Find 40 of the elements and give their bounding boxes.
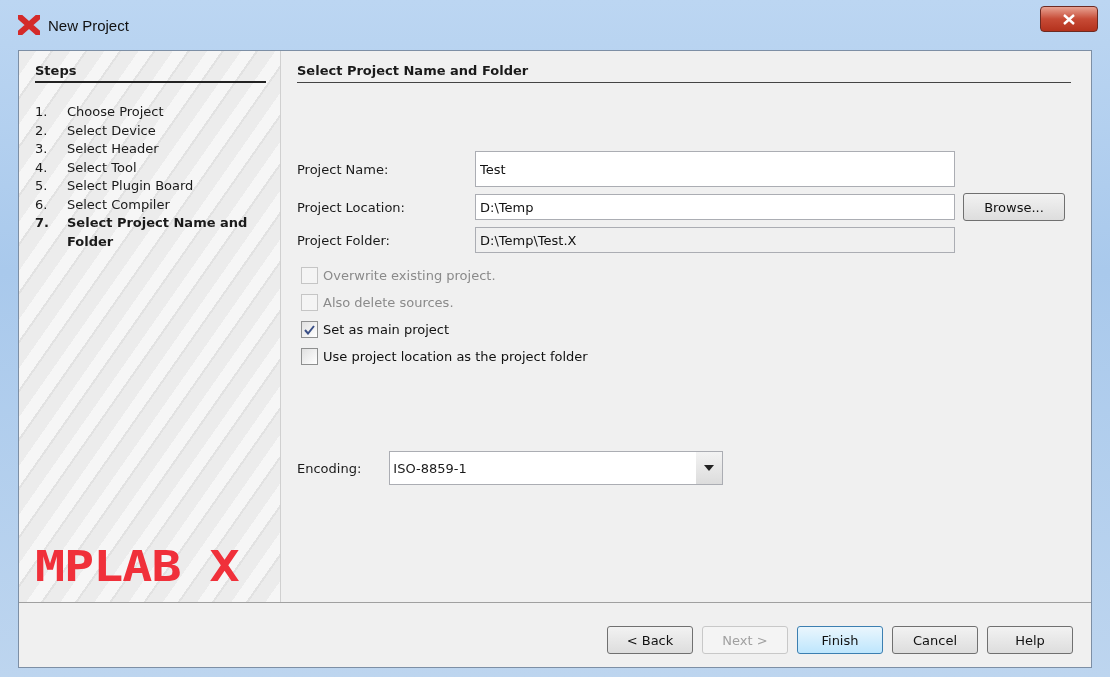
window-title: New Project bbox=[48, 16, 129, 34]
step-number: 3. bbox=[35, 140, 49, 158]
dropdown-arrow-icon bbox=[704, 465, 715, 471]
step-label: Select Tool bbox=[67, 158, 137, 177]
step-number: 1. bbox=[35, 103, 49, 121]
step-label: Choose Project bbox=[67, 103, 164, 121]
checkbox-label: Use project location as the project folder bbox=[323, 349, 588, 364]
checkbox[interactable] bbox=[301, 321, 318, 338]
text-field[interactable]: D:\Temp bbox=[475, 194, 955, 220]
step-number: 6. bbox=[35, 195, 49, 214]
dialog-button[interactable]: < Back bbox=[607, 626, 693, 654]
step-number: 5. bbox=[35, 177, 49, 195]
encoding-label: Encoding: bbox=[297, 460, 362, 476]
browse-button[interactable]: Browse... bbox=[963, 193, 1065, 221]
app-icon bbox=[18, 15, 40, 35]
step-number: 7. bbox=[35, 214, 50, 232]
close-button[interactable] bbox=[1040, 6, 1098, 32]
step-label: Select Header bbox=[67, 140, 159, 158]
steps-title: Steps bbox=[35, 63, 266, 83]
logo: MPLAB X bbox=[35, 542, 239, 592]
checkbox-label: Overwrite existing project. bbox=[323, 268, 496, 283]
text-field[interactable]: Test bbox=[475, 151, 955, 187]
field-label: Project Folder: bbox=[297, 232, 391, 248]
step-label: Select Compiler bbox=[67, 195, 170, 214]
step-label: Select Project Name and Folder bbox=[67, 214, 249, 251]
dialog-button[interactable]: Cancel bbox=[892, 626, 978, 654]
panel-title: Select Project Name and Folder bbox=[297, 63, 1071, 83]
dialog-button[interactable]: Finish bbox=[797, 626, 883, 654]
checkbox[interactable] bbox=[301, 348, 318, 365]
checkbox-label: Set as main project bbox=[323, 322, 450, 337]
field-label: Project Name: bbox=[297, 161, 390, 177]
step-number: 2. bbox=[35, 121, 49, 140]
encoding-dropdown[interactable]: ISO-8859-1 bbox=[389, 451, 724, 485]
dialog-button[interactable]: Help bbox=[987, 626, 1073, 654]
step-label: Select Plugin Board bbox=[67, 177, 194, 195]
field-label: Project Location: bbox=[297, 199, 406, 215]
step-label: Select Device bbox=[67, 121, 156, 140]
step-number: 4. bbox=[35, 158, 49, 177]
close-icon bbox=[1063, 13, 1075, 25]
checkbox-label: Also delete sources. bbox=[323, 295, 454, 310]
